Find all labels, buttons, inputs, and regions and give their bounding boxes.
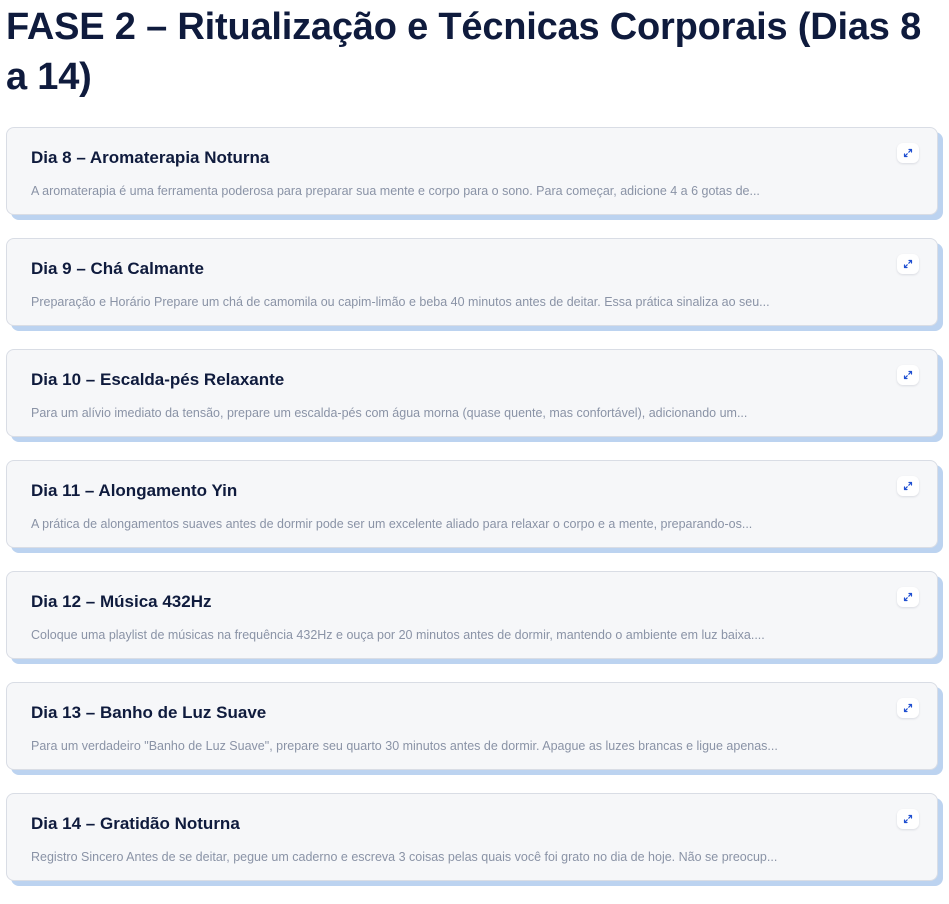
- expand-icon: [903, 703, 913, 713]
- page-title: FASE 2 – Ritualização e Técnicas Corpora…: [6, 6, 922, 98]
- expand-icon: [903, 481, 913, 491]
- card-excerpt: Registro Sincero Antes de se deitar, peg…: [31, 850, 778, 864]
- day-card[interactable]: Dia 9 – Chá Calmante Preparação e Horári…: [6, 238, 938, 326]
- expand-button[interactable]: [897, 809, 919, 829]
- card-excerpt: A prática de alongamentos suaves antes d…: [31, 517, 753, 531]
- day-card[interactable]: Dia 12 – Música 432Hz Coloque uma playli…: [6, 571, 938, 659]
- card-excerpt: Preparação e Horário Prepare um chá de c…: [31, 295, 770, 309]
- day-card[interactable]: Dia 8 – Aromaterapia Noturna A aromatera…: [6, 127, 938, 215]
- day-card[interactable]: Dia 11 – Alongamento Yin A prática de al…: [6, 460, 938, 548]
- expand-button[interactable]: [897, 476, 919, 496]
- expand-button[interactable]: [897, 587, 919, 607]
- expand-icon: [903, 148, 913, 158]
- expand-icon: [903, 814, 913, 824]
- expand-icon: [903, 592, 913, 602]
- expand-button[interactable]: [897, 365, 919, 385]
- card-title: Dia 8 – Aromaterapia Noturna: [31, 148, 270, 167]
- expand-icon: [903, 259, 913, 269]
- day-card[interactable]: Dia 14 – Gratidão Noturna Registro Since…: [6, 793, 938, 881]
- expand-button[interactable]: [897, 143, 919, 163]
- card-excerpt: Para um verdadeiro "Banho de Luz Suave",…: [31, 739, 778, 753]
- card-excerpt: Coloque uma playlist de músicas na frequ…: [31, 628, 765, 642]
- card-title: Dia 11 – Alongamento Yin: [31, 481, 238, 500]
- day-card-list: Dia 8 – Aromaterapia Noturna A aromatera…: [6, 127, 944, 904]
- card-title: Dia 13 – Banho de Luz Suave: [31, 703, 267, 722]
- card-excerpt: Para um alívio imediato da tensão, prepa…: [31, 406, 748, 420]
- expand-button[interactable]: [897, 698, 919, 718]
- card-title: Dia 9 – Chá Calmante: [31, 259, 204, 278]
- day-card[interactable]: Dia 10 – Escalda-pés Relaxante Para um a…: [6, 349, 938, 437]
- day-card[interactable]: Dia 13 – Banho de Luz Suave Para um verd…: [6, 682, 938, 770]
- expand-icon: [903, 370, 913, 380]
- card-title: Dia 12 – Música 432Hz: [31, 592, 212, 611]
- expand-button[interactable]: [897, 254, 919, 274]
- card-title: Dia 14 – Gratidão Noturna: [31, 814, 240, 833]
- card-title: Dia 10 – Escalda-pés Relaxante: [31, 370, 285, 389]
- card-excerpt: A aromaterapia é uma ferramenta poderosa…: [31, 184, 760, 198]
